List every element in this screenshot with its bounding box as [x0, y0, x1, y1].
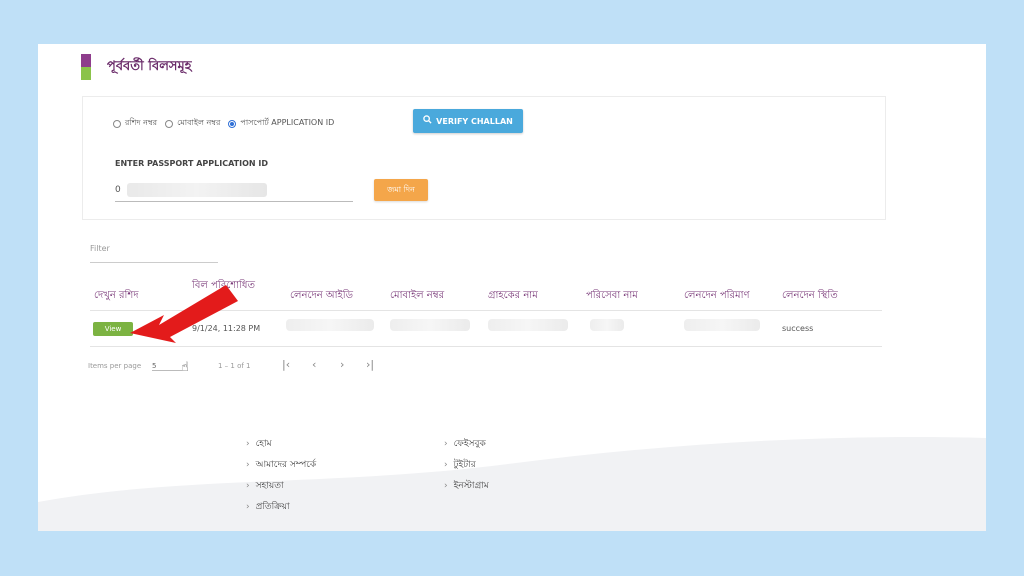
radio-label: পাসপোর্ট APPLICATION ID: [240, 118, 335, 127]
radio-receipt-number[interactable]: রশিদ নম্বর: [113, 117, 157, 130]
footer-link-help[interactable]: › সহায়তা: [246, 478, 316, 493]
chevron-right-icon: ›: [246, 502, 250, 512]
section-header: পূর্ববর্তী বিলসমূহ: [81, 54, 192, 80]
transaction-amount-cell: [684, 319, 760, 331]
chevron-right-icon: ›: [246, 481, 250, 491]
customer-name-cell: [488, 319, 568, 331]
chevron-right-icon: ›: [444, 439, 448, 449]
last-page-icon[interactable]: ›|: [366, 358, 374, 371]
verify-challan-button[interactable]: VERIFY CHALLAN: [413, 109, 523, 133]
page-size-select[interactable]: 5: [152, 362, 182, 371]
chevron-right-icon: ›: [444, 481, 448, 491]
search-icon: [423, 115, 432, 127]
transaction-status-cell: success: [782, 324, 814, 333]
column-header-transaction-status[interactable]: লেনদেন স্থিতি: [782, 288, 838, 305]
page-range-label: 1 – 1 of 1: [218, 362, 251, 370]
verify-challan-label: VERIFY CHALLAN: [436, 116, 513, 126]
radio-label: মোবাইল নম্বর: [177, 118, 221, 127]
footer-link-label: টুইটার: [453, 460, 476, 470]
radio-selected-icon[interactable]: [228, 119, 237, 128]
column-header-transaction-id[interactable]: লেনদেন আইডি: [290, 288, 353, 305]
footer-link-label: আমাদের সম্পর্কে: [255, 460, 317, 470]
title-accent-bar: [81, 54, 91, 80]
radio-label: রশিদ নম্বর: [125, 118, 158, 127]
footer-wave: [38, 437, 986, 531]
footer-link-label: ইনস্টাগ্রাম: [453, 481, 489, 491]
service-name-cell: [590, 319, 624, 331]
column-header-customer-name[interactable]: গ্রাহকের নাম: [488, 288, 538, 305]
search-type-radios: রশিদ নম্বর মোবাইল নম্বর পাসপোর্ট APPLICA…: [113, 117, 342, 130]
previous-page-icon[interactable]: ‹: [312, 358, 316, 371]
radio-circle-icon[interactable]: [113, 119, 121, 128]
column-header-mobile-number[interactable]: মোবাইল নম্বর: [390, 288, 444, 305]
passport-id-value: 0: [115, 185, 121, 195]
footer-links-social: › ফেইসবুক › টুইটার › ইনস্টাগ্রাম: [444, 436, 489, 499]
footer-link-home[interactable]: › হোম: [246, 436, 316, 451]
footer-link-instagram[interactable]: › ইনস্টাগ্রাম: [444, 478, 489, 493]
footer-link-feedback[interactable]: › প্রতিক্রিয়া: [246, 499, 316, 514]
chevron-right-icon: ›: [444, 460, 448, 470]
footer-link-label: ফেইসবুক: [453, 439, 486, 449]
footer-link-twitter[interactable]: › টুইটার: [444, 457, 489, 472]
transaction-id-cell: [286, 319, 374, 331]
submit-button[interactable]: জমা দিন: [374, 179, 428, 201]
footer-link-label: প্রতিক্রিয়া: [255, 502, 290, 512]
passport-id-field-label: ENTER PASSPORT APPLICATION ID: [115, 159, 268, 168]
red-arrow-annotation-icon: [130, 285, 238, 343]
hand-cursor-icon: ☝: [181, 360, 189, 375]
items-per-page-label: Items per page: [88, 362, 142, 370]
page-title: পূর্ববর্তী বিলসমূহ: [107, 58, 192, 74]
radio-circle-icon[interactable]: [165, 119, 174, 128]
search-panel: রশিদ নম্বর মোবাইল নম্বর পাসপোর্ট APPLICA…: [82, 96, 886, 220]
next-page-icon[interactable]: ›: [340, 358, 344, 371]
chevron-right-icon: ›: [246, 439, 250, 449]
radio-passport-application-id[interactable]: পাসপোর্ট APPLICATION ID: [228, 117, 334, 130]
footer-links-primary: › হোম › আমাদের সম্পর্কে › সহায়তা › প্রতিক্র…: [246, 436, 316, 520]
footer-link-about-us[interactable]: › আমাদের সম্পর্কে: [246, 457, 316, 472]
footer-link-facebook[interactable]: › ফেইসবুক: [444, 436, 489, 451]
blurred-value: [126, 183, 267, 197]
paginator: Items per page 5 ☝ 1 – 1 of 1 |‹ ‹ › ›|: [88, 358, 388, 376]
column-header-service-name[interactable]: পরিসেবা নাম: [586, 288, 638, 305]
page-card: পূর্ববর্তী বিলসমূহ রশিদ নম্বর মোবাইল নম্…: [38, 44, 986, 531]
mobile-number-cell: [390, 319, 470, 331]
column-header-transaction-amount[interactable]: লেনদেন পরিমাণ: [684, 288, 750, 305]
chevron-right-icon: ›: [246, 460, 250, 470]
passport-id-input[interactable]: 0: [115, 179, 353, 202]
footer-link-label: সহায়তা: [255, 481, 284, 491]
first-page-icon[interactable]: |‹: [282, 358, 290, 371]
radio-mobile-number[interactable]: মোবাইল নম্বর: [165, 117, 220, 130]
filter-input[interactable]: Filter: [90, 244, 218, 263]
footer-link-label: হোম: [255, 439, 272, 449]
